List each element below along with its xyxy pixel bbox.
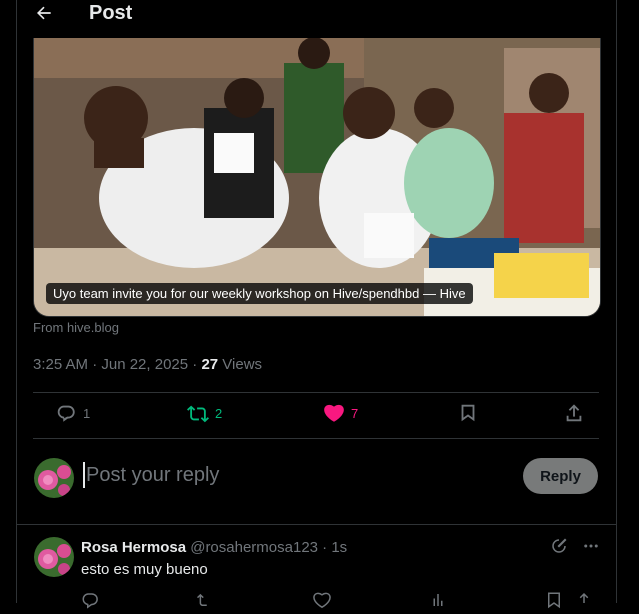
arrow-left-icon [37,6,51,20]
comment-author-handle[interactable]: @rosahermosa123 · 1s [186,539,347,556]
views-label: Views [218,356,263,373]
repost-action[interactable]: 2 [187,402,222,424]
like-count: 7 [351,405,359,421]
heart-icon [324,404,344,422]
rose-avatar-image [34,537,74,577]
reply-input[interactable]: Post your reply [83,462,219,488]
more-icon[interactable] [582,537,600,555]
divider [33,392,599,393]
reply-count: 1 [83,405,91,421]
repost-count: 2 [215,405,223,421]
share-icon [566,404,582,422]
post-meta: 3:25 AM · Jun 22, 2025 · 27 Views [33,356,262,373]
post-timestamp[interactable]: 3:25 AM · Jun 22, 2025 · [33,356,201,373]
workshop-photo [34,38,600,316]
post-header: Post [17,0,616,38]
repost-icon [187,405,209,423]
views-count: 27 [201,356,219,373]
divider [33,438,599,439]
comment-text: esto es muy bueno [81,561,208,578]
comment-toolbar [550,537,600,555]
comment[interactable]: Rosa Hermosa @rosahermosa123 · 1s esto e… [17,525,616,609]
bookmark-action[interactable] [457,402,479,424]
link-card-caption: Uyo team invite you for our weekly works… [46,283,473,304]
avatar[interactable] [34,458,74,498]
bookmark-icon [461,404,475,422]
like-action[interactable]: 7 [323,402,358,424]
comment-author: Rosa Hermosa @rosahermosa123 · 1s [81,539,347,556]
page-title: Post [89,2,133,24]
reply-composer: Post your reply Reply [17,440,616,525]
reply-icon [57,405,75,422]
comment-action-bar [81,591,601,611]
grok-icon[interactable] [550,537,568,555]
avatar[interactable] [34,537,74,577]
comment-author-name[interactable]: Rosa Hermosa [81,539,186,556]
post-action-bar: 1 2 7 [33,400,599,432]
source-link[interactable]: From hive.blog [33,320,119,335]
reply-button[interactable]: Reply [523,458,598,494]
reply-action[interactable]: 1 [55,402,90,424]
link-card-image[interactable]: Uyo team invite you for our weekly works… [33,38,601,317]
back-button[interactable] [29,0,59,26]
rose-avatar-image [34,458,74,498]
post-column: Post Uyo team invite you for our weekly … [16,0,617,609]
